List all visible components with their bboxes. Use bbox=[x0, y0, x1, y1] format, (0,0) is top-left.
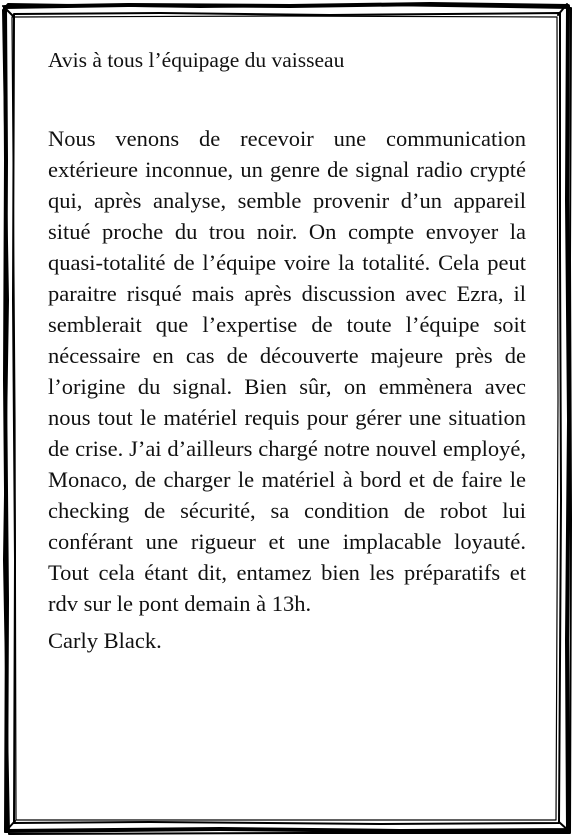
letter-body: Nous venons de recevoir une communicatio… bbox=[48, 126, 526, 616]
letter-greeting: Avis à tous l’équipage du vaisseau bbox=[48, 48, 345, 72]
letter-signature: Carly Black. bbox=[48, 628, 162, 653]
letter: Avis à tous l’équipage du vaisseau Nous … bbox=[48, 46, 526, 656]
